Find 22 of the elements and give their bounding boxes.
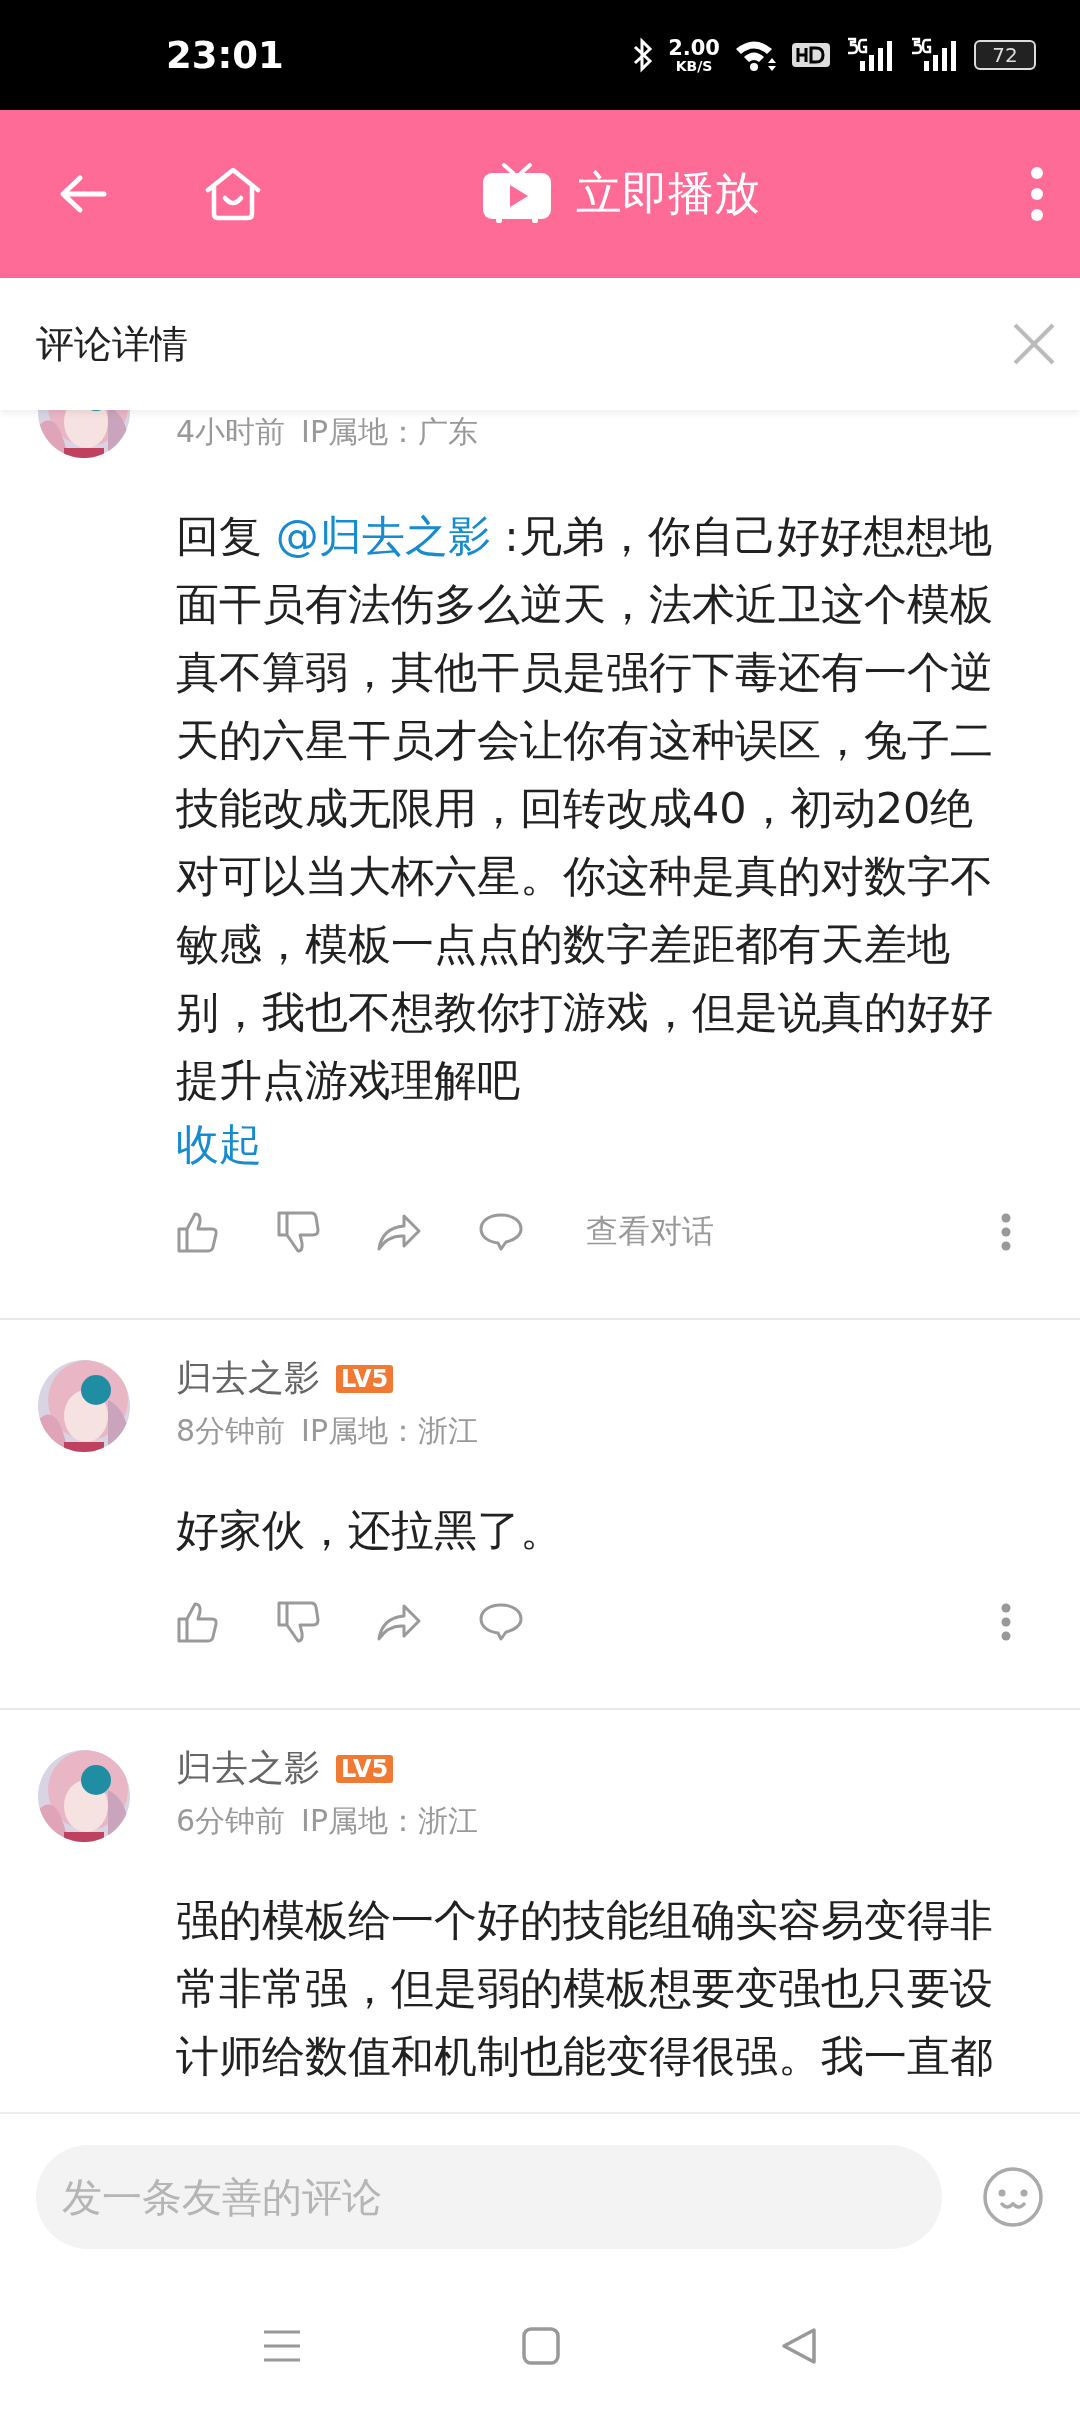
comment-text: 好家伙，还拉黑了。 [176,1504,564,1557]
view-conversation-link[interactable]: 查看对话 [586,1210,714,1254]
comment-text: 强的模板给一个好的技能组确实容易变得非常非常强，但是弱的模板想要变强也只要设计师给数值和机制也能变得很强。我一直都 [176,1894,994,2083]
username[interactable]: 归去之影 [176,1744,320,1793]
level-badge: LV5 [336,1364,394,1393]
battery-indicator: 72 [974,40,1036,70]
network-speed: 2.00 KB/S [668,37,720,73]
comment-time: 8分钟前 [176,1412,286,1450]
panel-title: 评论详情 [36,320,188,368]
ip-location: IP属地：浙江 [301,1412,479,1450]
ip-location: IP属地：广东 [301,413,479,451]
ip-location: IP属地：浙江 [301,1802,479,1840]
comment-time: 6分钟前 [176,1802,286,1840]
username[interactable]: 归去之影 [176,1354,320,1403]
level-badge: LV5 [336,1754,394,1783]
collapse-link[interactable]: 收起 [176,1114,262,1174]
comment-time: 4小时前 [176,413,286,451]
comment-input[interactable]: 发一条友善的评论 [36,2145,942,2249]
mention-link[interactable]: @归去之影 [275,511,491,561]
play-now-button[interactable]: 立即播放 [262,163,1030,225]
clock-time: 23:01 [166,33,284,77]
comment-text: 回复 @归去之影 :兄弟，你自己好好想想地面干员有法伤多么逆天，法术近卫这个模板真不算弱，其他干员是强行下毒还有一个逆天的六星干员才会让你有这种误区，兔子二技能改成无限用，回转改成40，初动20绝对可以当大杯六星。你这种是真的对数字不敏感，模板一点点的数字差距都有天差地别，我也不想教你打游戏，但是说真的好好提升点游戏理解吧 [176,510,994,1107]
